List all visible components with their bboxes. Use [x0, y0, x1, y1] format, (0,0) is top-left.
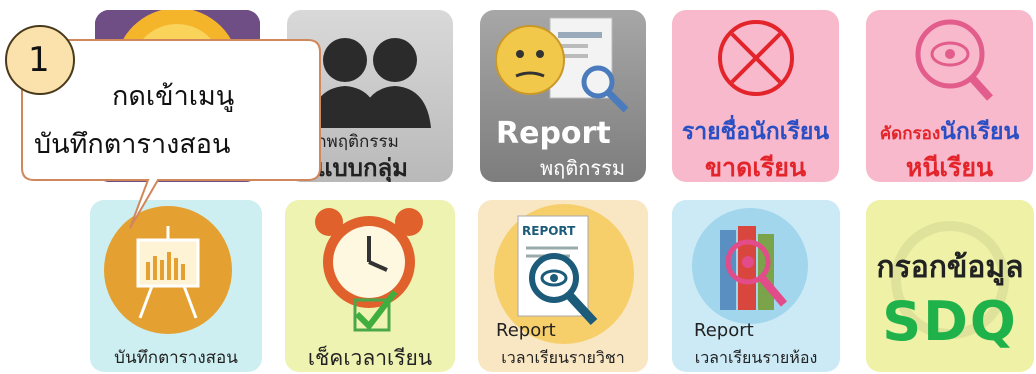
absent-students-label-bottom: ขาดเรียน [704, 153, 807, 182]
sdq-label-bottom: SDQ [882, 290, 1018, 353]
callout-line1: กดเข้าเมนู [112, 81, 235, 112]
report-class-label-top: Report [694, 320, 754, 341]
report-class-time-tile[interactable]: Report เวลาเรียนรายห้อง [672, 200, 840, 372]
screen-truant-label-top-a: คัดกรอง [879, 124, 941, 144]
absent-students-label-top: รายชื่อนักเรียน [681, 119, 830, 145]
check-attendance-time-label: เช็คเวลาเรียน [307, 346, 433, 370]
check-attendance-time-tile[interactable]: เช็คเวลาเรียน [285, 200, 455, 372]
report-behavior-label-bottom: พฤติกรรม [540, 156, 626, 180]
screen-truant-tile[interactable]: คัดกรองนักเรียน หนีเรียน [866, 10, 1033, 182]
screen-truant-label-top-b: นักเรียน [940, 119, 1020, 145]
sdq-label-top: กรอกข้อมูล [876, 250, 1024, 285]
absent-students-tile[interactable]: รายชื่อนักเรียน ขาดเรียน [672, 10, 839, 182]
report-class-label-bottom: เวลาเรียนรายห้อง [694, 348, 818, 367]
screen-truant-label-top: คัดกรองนักเรียน [866, 114, 1033, 150]
callout-line2: บันทึกตารางสอน [34, 129, 231, 160]
report-behavior-label-top: Report [496, 116, 611, 151]
callout-step-number: 1 [28, 40, 50, 80]
group-behavior-tile[interactable]: ทึกพฤติกรรม แบบกลุ่ม [287, 10, 453, 182]
sdq-entry-tile[interactable]: กรอกข้อมูล SDQ [866, 200, 1034, 372]
record-timetable-label: บันทึกตารางสอน [114, 348, 238, 368]
report-subject-label-bottom: เวลาเรียนรายวิชา [501, 348, 625, 367]
report-subject-icon-text: REPORT [522, 224, 576, 238]
report-subject-time-tile[interactable]: REPORT Report เวลาเรียนรายวิชา [478, 200, 648, 372]
record-timetable-tile[interactable]: บันทึกตารางสอน [90, 200, 262, 372]
screen-truant-label-bottom: หนีเรียน [905, 153, 994, 182]
report-behavior-tile[interactable]: Report พฤติกรรม [480, 10, 646, 182]
report-subject-label-top: Report [496, 320, 556, 341]
group-behavior-label-bottom: แบบกลุ่ม [317, 154, 408, 182]
